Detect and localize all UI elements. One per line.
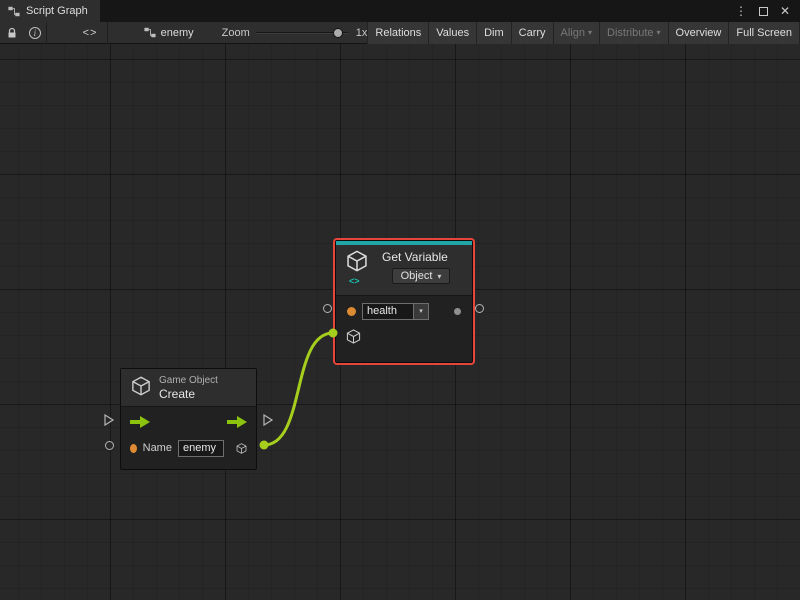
name-port-row: Name [121, 435, 256, 461]
variable-input-outer-port[interactable] [323, 304, 332, 313]
flow-output-outer-port[interactable] [263, 414, 273, 426]
tab-label: Script Graph [26, 5, 88, 17]
create-node-header[interactable]: Game Object Create [121, 369, 256, 407]
overview-button[interactable]: Overview [668, 22, 729, 44]
close-button[interactable]: ✕ [776, 2, 794, 20]
zoom-slider[interactable] [256, 24, 348, 42]
name-value-field[interactable] [178, 440, 224, 457]
chevron-down-icon: ▾ [588, 29, 592, 37]
graph-asset-icon [144, 27, 156, 38]
toolbar-separator [46, 22, 47, 44]
graph-icon [8, 6, 20, 17]
flow-input-outer-port[interactable] [104, 414, 114, 426]
get-variable-node-body: ▾ [336, 296, 472, 362]
graph-toolbar: i <> enemy Zoom 1x Relations Values D [0, 22, 800, 44]
lock-icon [6, 27, 18, 39]
relations-label: Relations [375, 27, 421, 39]
graph-canvas[interactable]: Game Object Create Name [0, 44, 800, 600]
flow-out-arrow-icon[interactable] [227, 416, 247, 428]
info-icon: i [29, 27, 41, 39]
wire-path [264, 333, 333, 445]
lock-button[interactable] [0, 22, 23, 44]
window-controls: ⋮ ✕ [732, 0, 800, 22]
chevron-down-icon: ▾ [419, 307, 423, 315]
zoom-slider-handle[interactable] [333, 28, 343, 38]
tab-script-graph[interactable]: Script Graph [0, 0, 100, 22]
get-variable-node-header[interactable]: <> Get Variable Object ▾ [336, 245, 472, 296]
zoom-label: Zoom [222, 27, 250, 39]
graph-breadcrumb[interactable]: enemy [134, 22, 204, 44]
name-port-label: Name [143, 442, 172, 454]
dim-button[interactable]: Dim [476, 22, 511, 44]
distribute-label: Distribute [607, 27, 653, 39]
chevron-down-icon: ▾ [657, 29, 661, 37]
dim-label: Dim [484, 27, 504, 39]
values-button[interactable]: Values [428, 22, 476, 44]
info-button[interactable]: i [23, 22, 46, 44]
variable-picker-dropdown[interactable]: ▾ [414, 303, 429, 320]
name-input-outer-port[interactable] [105, 441, 114, 450]
variable-name-input-port[interactable] [347, 307, 356, 316]
value-output-outer-port[interactable] [475, 304, 484, 313]
kebab-icon: ⋮ [735, 4, 747, 18]
wire-start-port[interactable] [260, 441, 269, 450]
code-badge-icon: <> [349, 276, 360, 286]
flow-in-arrow-icon[interactable] [130, 416, 150, 428]
gameobject-cube-icon [131, 375, 151, 397]
name-input-port[interactable] [130, 444, 137, 453]
scope-label: Object [401, 270, 433, 282]
relations-button[interactable]: Relations [367, 22, 428, 44]
zoom-control: Zoom 1x [222, 24, 368, 42]
value-output-port[interactable] [454, 308, 461, 315]
graph-name: enemy [161, 27, 194, 39]
close-icon: ✕ [780, 4, 790, 18]
overview-label: Overview [676, 27, 722, 39]
window-menu-button[interactable]: ⋮ [732, 2, 750, 20]
object-input-icon[interactable] [346, 329, 361, 344]
code-icon: <> [83, 27, 98, 39]
values-label: Values [436, 27, 469, 39]
align-label: Align [561, 27, 585, 39]
chevron-down-icon: ▾ [437, 272, 441, 281]
node-title: Create [159, 387, 218, 401]
variable-name-field[interactable] [362, 303, 414, 320]
flow-port-row [121, 409, 256, 435]
carry-label: Carry [519, 27, 546, 39]
distribute-button[interactable]: Distribute ▾ [599, 22, 667, 44]
code-view-button[interactable]: <> [73, 22, 108, 44]
fullscreen-label: Full Screen [736, 27, 792, 39]
node-title: Get Variable [382, 250, 448, 264]
maximize-icon [759, 7, 768, 16]
node-category: Game Object [159, 375, 218, 387]
fullscreen-button[interactable]: Full Screen [728, 22, 800, 44]
create-node-body: Name [121, 407, 256, 469]
maximize-button[interactable] [754, 2, 772, 20]
align-button[interactable]: Align▾ [553, 22, 599, 44]
carry-button[interactable]: Carry [511, 22, 553, 44]
variable-cube-icon: <> [346, 250, 372, 286]
script-graph-window: Script Graph ⋮ ✕ i <> [0, 0, 800, 600]
zoom-value: 1x [356, 27, 368, 39]
node-get-variable[interactable]: <> Get Variable Object ▾ ▾ [335, 240, 473, 363]
toolbar-separator [107, 22, 108, 44]
object-port-row [336, 324, 472, 348]
variable-name-row: ▾ [336, 298, 472, 324]
gameobject-output-icon[interactable] [236, 441, 247, 456]
titlebar: Script Graph ⋮ ✕ [0, 0, 800, 22]
variable-scope-dropdown[interactable]: Object ▾ [392, 268, 451, 284]
toolbar-buttons: Relations Values Dim Carry Align▾ Distri… [367, 22, 800, 44]
node-create-gameobject[interactable]: Game Object Create Name [120, 368, 257, 470]
